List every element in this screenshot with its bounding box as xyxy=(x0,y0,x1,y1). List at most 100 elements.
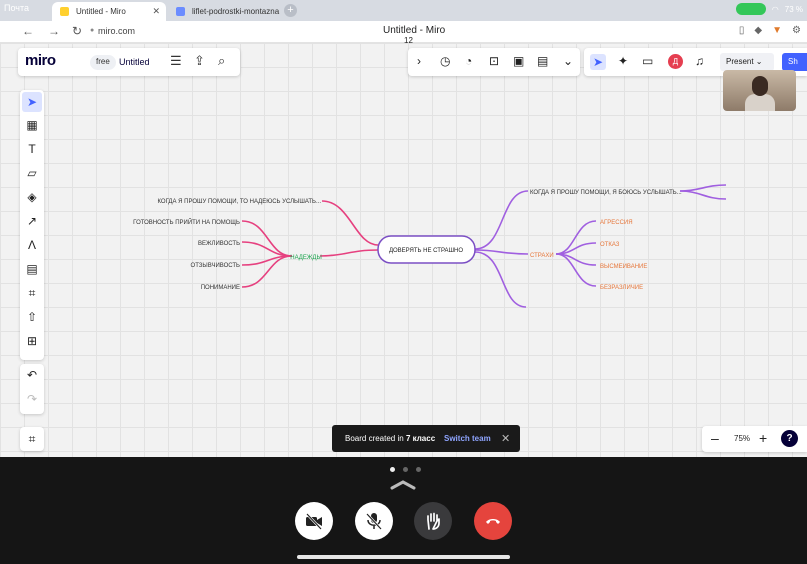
wifi-icon: ◠ xyxy=(771,4,779,14)
notes-icon[interactable]: ▤ xyxy=(537,54,548,68)
tab-liflet[interactable]: liflet-podrostki-montazna xyxy=(168,2,280,21)
edge-center-nadezhdy xyxy=(319,249,379,257)
avatar[interactable]: Д xyxy=(668,54,683,69)
menu-icon[interactable]: ☰ xyxy=(170,53,182,69)
reload-icon[interactable]: ↻ xyxy=(72,24,82,38)
left-top-node[interactable]: КОГДА Я ПРОШУ ПОМОЩИ, ТО НАДЕЮСЬ УСЛЫШАТ… xyxy=(157,199,321,205)
toast-team: 7 класс xyxy=(405,434,436,443)
browser-settings-icon[interactable]: ⚙ xyxy=(792,25,801,36)
extensions-icon[interactable]: ◆ xyxy=(754,25,762,36)
templates-icon[interactable]: ▦ xyxy=(20,118,44,132)
comment-icon[interactable]: ▤ xyxy=(20,262,44,276)
call-controls xyxy=(0,457,807,564)
page-dot[interactable] xyxy=(416,467,421,472)
page-title: Untitled - Miro xyxy=(383,25,446,36)
close-tab-icon[interactable]: ✕ xyxy=(152,6,160,17)
board-canvas[interactable]: ДОВЕРЯТЬ НЕ СТРАШНО НАДЕЖДЫ КОГДА Я ПРОШ… xyxy=(0,43,807,457)
right-item-node[interactable]: БЕЗРАЗЛИЧИЕ xyxy=(600,285,643,291)
help-button[interactable]: ? xyxy=(781,430,798,447)
right-branch-label[interactable]: СТРАХИ xyxy=(530,253,554,259)
board-header: miro free Untitled ☰ ⇪ ⌕ xyxy=(18,48,240,76)
left-item-node[interactable]: ВЕЖЛИВОСТЬ xyxy=(198,241,240,247)
plan-badge[interactable]: free xyxy=(90,55,116,70)
left-toolbar: ➤ ▦ T ▱ ◈ ↗ Λ ▤ ⌗ ⇧ ⊞ xyxy=(20,90,44,360)
export-icon[interactable]: ⇪ xyxy=(194,53,205,69)
switch-team-link[interactable]: Switch team xyxy=(444,434,491,443)
edge-center-top-right xyxy=(474,190,529,250)
undo-icon[interactable]: ↶ xyxy=(20,368,44,382)
status-left-text: Почта xyxy=(4,3,29,13)
address-bar: ← → ↻ ● miro.com Untitled - Miro 12 ▯ ◆ … xyxy=(0,21,807,45)
lock-icon: ● xyxy=(90,27,95,34)
address-actions: ▯ ◆ ▼ ⚙ xyxy=(739,25,801,36)
new-tab-button[interactable]: + xyxy=(284,4,297,17)
frames-list-icon[interactable]: ⌗ xyxy=(20,432,44,447)
home-indicator[interactable] xyxy=(297,555,510,559)
board-tools: › ◷ ◔ ⊡ ▣ ▤ ⌄ xyxy=(408,48,580,76)
cursor-icon[interactable]: ➤ xyxy=(590,54,607,70)
browser-tab-strip: Почта Untitled - Miro ✕ liflet-podrostki… xyxy=(0,0,807,21)
bookmark-icon[interactable]: ▯ xyxy=(739,25,745,36)
right-item-node[interactable]: АГРЕССИЯ xyxy=(600,220,633,226)
left-item-node[interactable]: ГОТОВНОСТЬ ПРИЙТИ НА ПОМОЩЬ xyxy=(133,218,240,226)
curve-pen-icon[interactable]: Λ xyxy=(20,238,44,252)
bell-icon[interactable]: ♫ xyxy=(695,54,704,68)
zoom-panel: – 75% + ? xyxy=(702,426,807,452)
zoom-in-button[interactable]: + xyxy=(759,430,767,446)
right-item-node[interactable]: ВЫСМЕИВАНИЕ xyxy=(600,264,647,270)
edge-nadezhdy-item1 xyxy=(241,220,293,257)
shapes-icon[interactable]: ◈ xyxy=(20,190,44,204)
tab-label: liflet-podrostki-montazna xyxy=(192,7,280,16)
vote-icon[interactable]: ▣ xyxy=(513,54,524,68)
raise-hand-button[interactable] xyxy=(414,502,452,540)
frames-panel: ⌗ xyxy=(20,427,44,451)
forward-icon[interactable]: → xyxy=(48,24,60,38)
left-branch-label[interactable]: НАДЕЖДЫ xyxy=(290,255,322,261)
right-top-node[interactable]: КОГДА Я ПРОШУ ПОМОЩИ, Я БОЮСЬ УСЛЫШАТЬ..… xyxy=(530,190,682,196)
camera-off-icon xyxy=(306,513,322,530)
url-field[interactable]: miro.com xyxy=(98,26,135,36)
close-icon[interactable]: ✕ xyxy=(501,432,510,445)
call-indicator-icon xyxy=(735,3,766,15)
video-preview[interactable] xyxy=(723,70,796,111)
left-item-node[interactable]: ОТЗЫВЧИВОСТЬ xyxy=(191,263,241,269)
screen: Почта Untitled - Miro ✕ liflet-podrostki… xyxy=(0,0,807,564)
chat-icon[interactable]: ▭ xyxy=(642,54,653,68)
center-node-text[interactable]: ДОВЕРЯТЬ НЕ СТРАШНО xyxy=(389,248,463,254)
back-icon[interactable]: ← xyxy=(22,24,34,38)
timer-icon[interactable]: ◷ xyxy=(440,54,450,68)
fox-extension-icon[interactable]: ▼ xyxy=(772,25,782,36)
search-icon[interactable]: ⌕ xyxy=(218,53,225,69)
share-button[interactable]: Sh xyxy=(782,53,807,71)
gauge-icon[interactable]: ◔ xyxy=(465,54,472,68)
sticky-note-icon[interactable]: ▱ xyxy=(20,166,44,180)
frame-icon[interactable]: ⌗ xyxy=(20,286,44,301)
focus-icon[interactable]: ⊡ xyxy=(489,54,499,68)
upload-icon[interactable]: ⇧ xyxy=(20,310,44,324)
miro-logo[interactable]: miro xyxy=(25,52,56,69)
end-call-button[interactable] xyxy=(474,502,512,540)
reactions-icon[interactable]: ✦ xyxy=(618,54,628,68)
mic-off-button[interactable] xyxy=(355,502,393,540)
edge-center-bottom xyxy=(474,251,527,308)
zoom-out-button[interactable]: – xyxy=(711,430,719,446)
page-dot[interactable] xyxy=(403,467,408,472)
add-icon[interactable]: ⊞ xyxy=(20,334,44,348)
left-item-node[interactable]: ПОНИМАНИЕ xyxy=(201,285,240,291)
pen-icon[interactable]: ↗ xyxy=(20,214,44,228)
chevron-down-icon[interactable]: ⌄ xyxy=(563,54,573,68)
board-title[interactable]: Untitled xyxy=(119,57,150,67)
text-tool-icon[interactable]: T xyxy=(20,142,44,156)
page-dot-active[interactable] xyxy=(390,467,395,472)
tab-label: Untitled - Miro xyxy=(76,7,126,16)
chevron-up-icon[interactable] xyxy=(390,480,416,490)
zoom-level[interactable]: 75% xyxy=(734,434,750,443)
redo-icon[interactable]: ↷ xyxy=(20,392,44,406)
tab-untitled-miro[interactable]: Untitled - Miro ✕ xyxy=(52,2,166,21)
chevron-right-icon[interactable]: › xyxy=(417,54,421,68)
camera-off-button[interactable] xyxy=(295,502,333,540)
toast-prefix: Board created in xyxy=(345,434,404,443)
select-tool-icon[interactable]: ➤ xyxy=(22,92,42,112)
present-button[interactable]: Present ⌄ xyxy=(720,53,774,71)
right-item-node[interactable]: ОТКАЗ xyxy=(600,242,620,248)
